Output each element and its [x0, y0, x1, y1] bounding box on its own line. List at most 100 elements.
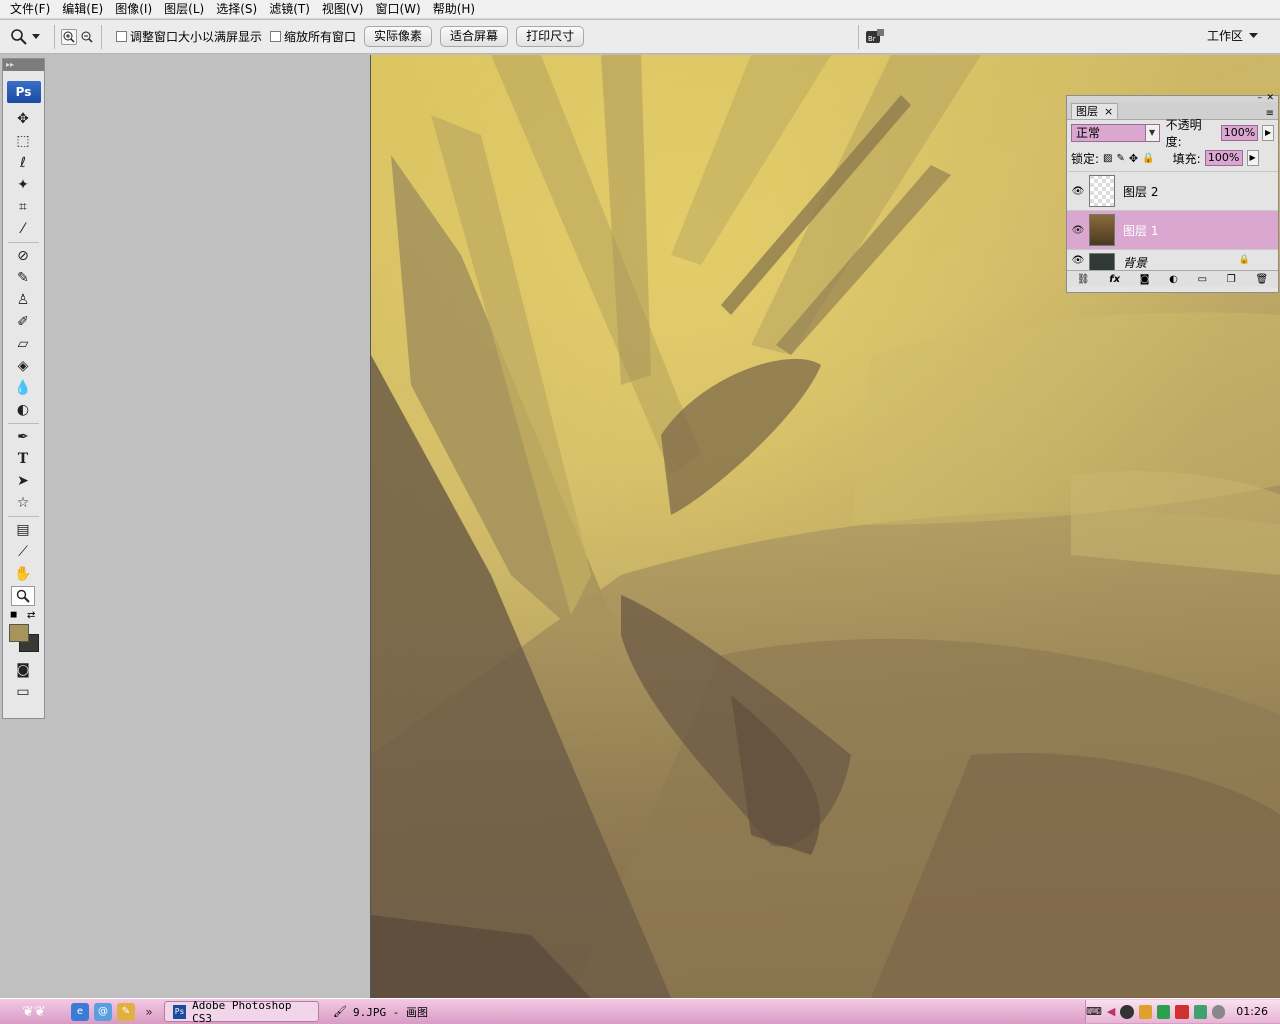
hand-tool[interactable]: ✋ — [11, 564, 35, 584]
ie-icon[interactable]: e — [71, 1002, 89, 1021]
workspace-menu[interactable]: 工作区 — [1207, 27, 1258, 44]
lock-all-icon[interactable]: 🔒 — [1142, 153, 1154, 164]
blend-mode-select[interactable]: 正常 ▼ — [1071, 123, 1160, 142]
foreground-color-swatch[interactable] — [9, 624, 29, 642]
layer-row-selected[interactable]: 👁 图层 1 — [1067, 210, 1278, 249]
new-layer-icon[interactable]: ❐ — [1227, 274, 1236, 285]
blur-tool[interactable]: 💧 — [11, 378, 35, 398]
adjustment-layer-icon[interactable]: ◐ — [1169, 274, 1178, 285]
paint-icon[interactable]: ✎ — [117, 1002, 135, 1021]
update-icon[interactable] — [1193, 1004, 1207, 1019]
chevron-right-icon[interactable]: » — [140, 1003, 158, 1021]
type-tool[interactable]: T — [11, 449, 35, 469]
clock[interactable]: 01:26 — [1236, 1005, 1268, 1018]
mask-icon[interactable]: ◙ — [1140, 274, 1150, 285]
quick-mask-button[interactable]: ◙ — [11, 660, 35, 680]
checkbox-box[interactable] — [270, 31, 282, 42]
fill-input[interactable]: 100% — [1204, 150, 1243, 166]
menu-edit[interactable]: 编辑(E) — [56, 0, 109, 19]
network-icon[interactable] — [1138, 1004, 1152, 1019]
zoom-icon — [11, 28, 27, 45]
menu-window[interactable]: 窗口(W) — [369, 0, 426, 19]
path-select-tool[interactable]: ➤ — [11, 471, 35, 491]
history-brush-tool[interactable]: ✐ — [11, 312, 35, 332]
taskbar-item-photoshop[interactable]: Ps Adobe Photoshop CS3 — [164, 999, 319, 1024]
eye-icon[interactable]: 👁 — [1067, 255, 1089, 266]
zoom-out-button[interactable] — [79, 29, 95, 45]
toolbox-header[interactable]: ▸▸ — [3, 59, 44, 71]
healing-brush-tool[interactable]: ⊘ — [11, 246, 35, 266]
qq-icon[interactable] — [1120, 1004, 1134, 1019]
fx-icon[interactable]: fx — [1109, 274, 1120, 285]
blur-icon: 💧 — [14, 380, 32, 396]
menu-help[interactable]: 帮助(H) — [427, 0, 481, 19]
quick-launch: e @ ✎ » — [71, 1002, 158, 1021]
shape-tool[interactable]: ☆ — [11, 493, 35, 513]
print-size-button[interactable]: 打印尺寸 — [516, 26, 585, 47]
start-button[interactable]: ❦❦ — [3, 1001, 65, 1023]
lasso-icon: ℓ — [20, 155, 26, 171]
fill-slider-button[interactable]: ▶ — [1246, 150, 1259, 166]
antivirus-icon[interactable] — [1175, 1004, 1189, 1019]
folder-icon[interactable]: ▭ — [1198, 274, 1207, 285]
magic-wand-tool[interactable]: ✦ — [11, 175, 35, 195]
security-icon[interactable] — [1156, 1004, 1171, 1019]
bridge-icon[interactable]: Br — [865, 28, 885, 46]
brush-tool[interactable]: ✎ — [11, 268, 35, 288]
crop-tool[interactable]: ⌗ — [11, 197, 35, 217]
taskbar-item-paint[interactable]: 🖌 9.JPG - 画图 — [325, 1001, 436, 1022]
menu-view[interactable]: 视图(V) — [316, 0, 370, 19]
move-tool[interactable]: ✥ — [11, 109, 35, 129]
eraser-tool[interactable]: ▱ — [11, 334, 35, 354]
resize-windows-checkbox[interactable]: 调整窗口大小以满屏显示 — [116, 28, 262, 45]
eye-icon[interactable]: 👁 — [1067, 186, 1089, 197]
layer-row[interactable]: 👁 图层 2 — [1067, 171, 1278, 210]
tab-layers[interactable]: 图层 × — [1071, 103, 1119, 119]
notes-tool[interactable]: ▤ — [11, 520, 35, 540]
lock-position-icon[interactable]: ✥ — [1129, 152, 1138, 165]
link-layers-icon[interactable]: ⛓ — [1077, 274, 1090, 285]
zoom-tool[interactable] — [11, 586, 35, 606]
menu-filter[interactable]: 滤镜(T) — [263, 0, 316, 19]
opacity-input[interactable]: 100% — [1220, 124, 1259, 141]
paint-bucket-tool[interactable]: ◈ — [11, 356, 35, 376]
slice-tool[interactable]: ⁄ — [11, 219, 35, 239]
fit-screen-button[interactable]: 适合屏幕 — [440, 26, 509, 47]
trash-icon[interactable]: 🗑 — [1255, 274, 1268, 285]
layer-row[interactable]: 👁 背景 🔒 — [1067, 249, 1278, 270]
close-icon[interactable]: ✕ — [1266, 93, 1274, 103]
layer-name: 背景 — [1123, 256, 1148, 270]
opacity-slider-button[interactable]: ▶ — [1262, 124, 1274, 141]
volume-icon[interactable] — [1211, 1004, 1226, 1019]
eye-icon[interactable]: 👁 — [1067, 225, 1089, 236]
swap-colors-icon[interactable]: ⇄ — [27, 610, 35, 621]
checkbox-box[interactable] — [116, 31, 127, 42]
keyboard-icon[interactable]: ⌨ — [1086, 1005, 1102, 1018]
arrow-left-icon[interactable]: ◀ — [1107, 1005, 1115, 1018]
default-colors-icon[interactable]: ◼ — [10, 610, 17, 620]
dodge-tool[interactable]: ◐ — [11, 400, 35, 420]
zoom-in-button[interactable] — [61, 28, 77, 45]
minimize-icon[interactable]: – — [1258, 93, 1263, 103]
marquee-tool[interactable]: ⬚ — [11, 131, 35, 151]
menu-select[interactable]: 选择(S) — [210, 0, 263, 19]
menu-layer[interactable]: 图层(L) — [158, 0, 210, 19]
clone-stamp-tool[interactable]: ♙ — [11, 290, 35, 310]
screen-mode-button[interactable]: ▭ — [11, 682, 35, 702]
pen-tool[interactable]: ✒ — [11, 427, 35, 447]
zoom-all-windows-checkbox[interactable]: 缩放所有窗口 — [270, 28, 356, 45]
brush-icon: ✎ — [17, 270, 29, 286]
lock-transparency-icon[interactable]: ▨ — [1103, 153, 1112, 164]
menu-image[interactable]: 图像(I) — [109, 0, 158, 19]
lasso-tool[interactable]: ℓ — [11, 153, 35, 173]
menu-file[interactable]: 文件(F) — [4, 0, 56, 19]
ps-logo[interactable]: Ps — [6, 81, 41, 103]
tool-preset-picker[interactable] — [10, 25, 48, 49]
panel-menu-icon[interactable]: ≡ — [1266, 108, 1274, 119]
close-icon[interactable]: × — [1104, 104, 1113, 119]
zoom-out-icon — [81, 31, 93, 43]
actual-pixels-button[interactable]: 实际像素 — [364, 26, 433, 47]
lock-pixels-icon[interactable]: ✎ — [1117, 153, 1125, 164]
eyedropper-tool[interactable]: ⟋ — [11, 542, 35, 562]
browser-icon[interactable]: @ — [94, 1002, 112, 1021]
